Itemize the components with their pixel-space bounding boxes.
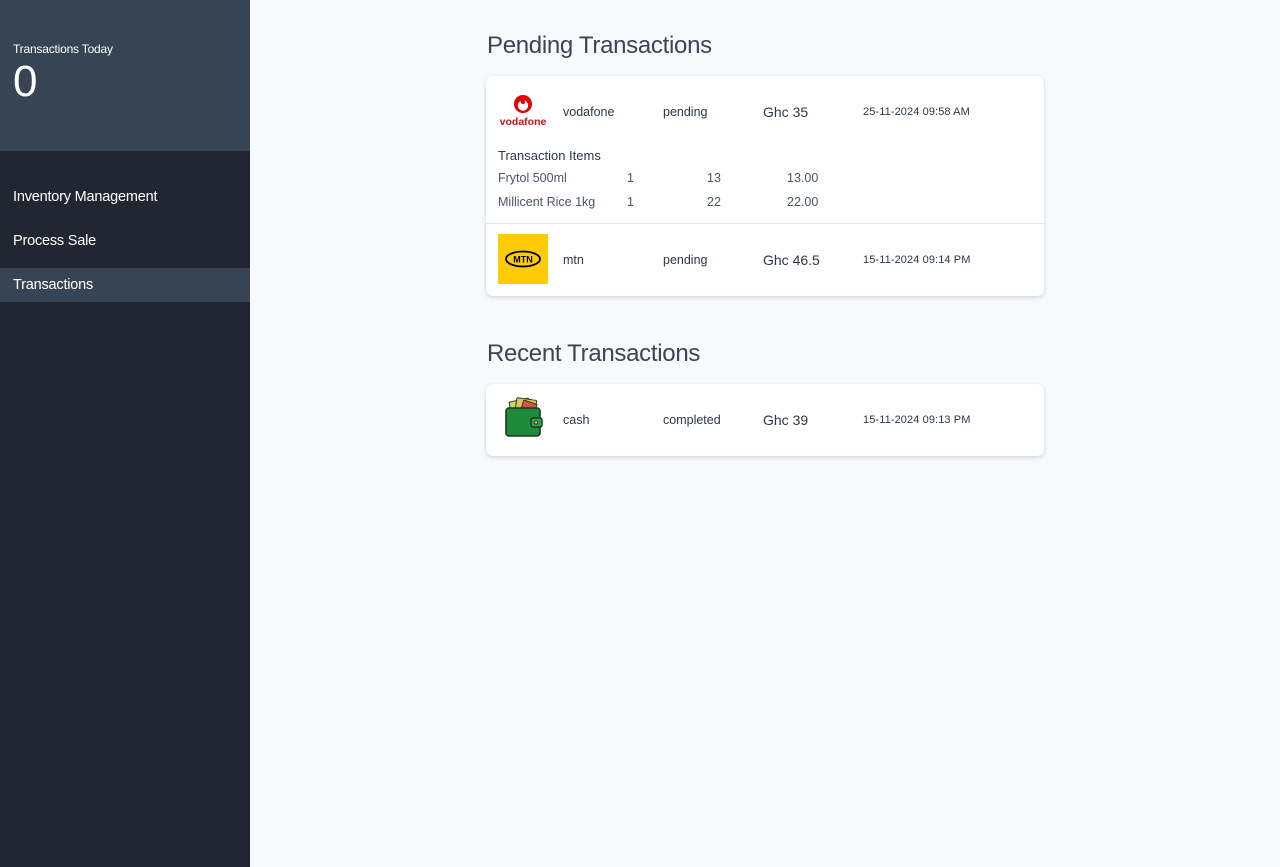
sidebar-item-process-sale[interactable]: Process Sale (0, 224, 250, 258)
item-name: Frytol 500ml (498, 171, 567, 185)
recent-transactions-title: Recent Transactions (487, 340, 701, 367)
transaction-provider: vodafone (563, 105, 615, 119)
item-total: 13.00 (787, 171, 819, 185)
mtn-logo-icon: MTN (498, 234, 548, 284)
item-price: 13 (707, 171, 721, 185)
recent-transactions-card: cash completed Ghc 39 15-11-2024 09:13 P… (486, 384, 1044, 456)
transaction-date: 15-11-2024 09:14 PM (863, 254, 971, 266)
mtn-logo-text: MTN (513, 255, 533, 265)
item-qty: 1 (627, 195, 634, 209)
transaction-amount: Ghc 39 (763, 412, 809, 428)
transaction-amount: Ghc 35 (763, 104, 809, 120)
main-content: Pending Transactions vodafone vodafone p… (250, 0, 1280, 867)
wallet-icon (498, 394, 548, 444)
item-name: Millicent Rice 1kg (498, 195, 596, 209)
pending-transactions-card: vodafone vodafone pending Ghc 35 25-11-2… (486, 76, 1044, 296)
transaction-status: pending (663, 253, 708, 267)
transaction-item-row: Millicent Rice 1kg 1 22 22.00 (498, 191, 1032, 215)
sidebar: Transactions Today 0 Inventory Managemen… (0, 0, 250, 867)
sidebar-item-transactions[interactable]: Transactions (0, 268, 250, 302)
transaction-date: 15-11-2024 09:13 PM (863, 414, 971, 426)
sidebar-item-inventory-management[interactable]: Inventory Management (0, 180, 250, 214)
transaction-items-title: Transaction Items (498, 148, 601, 163)
stats-panel: Transactions Today 0 (0, 0, 250, 151)
transaction-amount: Ghc 46.5 (763, 252, 820, 268)
item-qty: 1 (627, 171, 634, 185)
transaction-status: pending (663, 105, 708, 119)
transaction-status: completed (663, 413, 721, 427)
transaction-provider: cash (563, 413, 590, 427)
vodafone-logo-text: vodafone (500, 116, 547, 128)
transaction-row-cash[interactable]: cash completed Ghc 39 15-11-2024 09:13 P… (486, 384, 1044, 456)
transaction-row-mtn[interactable]: MTN mtn pending Ghc 46.5 15-11-2024 09:1… (486, 224, 1044, 296)
sidebar-nav: Inventory Management Process Sale Transa… (0, 180, 250, 302)
transaction-row-vodafone[interactable]: vodafone vodafone pending Ghc 35 25-11-2… (486, 76, 1044, 148)
item-total: 22.00 (787, 195, 819, 209)
transaction-provider: mtn (563, 253, 584, 267)
transaction-date: 25-11-2024 09:58 AM (863, 106, 970, 118)
transaction-item-row: Frytol 500ml 1 13 13.00 (498, 167, 1032, 191)
transaction-items: Transaction Items Frytol 500ml 1 13 13.0… (486, 148, 1044, 223)
stats-label: Transactions Today (13, 42, 113, 56)
stats-value: 0 (13, 57, 38, 106)
pending-transactions-title: Pending Transactions (487, 32, 712, 59)
item-price: 22 (707, 195, 721, 209)
vodafone-logo-icon: vodafone (498, 86, 548, 136)
